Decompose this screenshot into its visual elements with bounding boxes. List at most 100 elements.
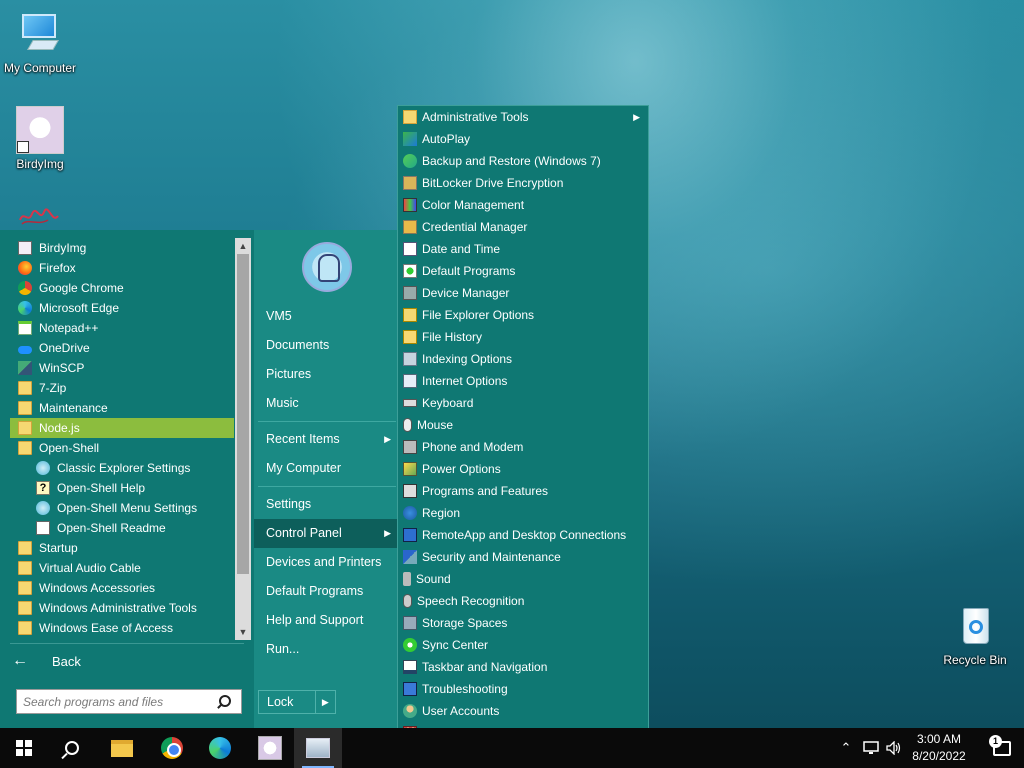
cp-item-indexing-options[interactable]: Indexing Options [398, 348, 648, 370]
cp-item-keyboard[interactable]: Keyboard [398, 392, 648, 414]
cp-item-label: Sound [416, 572, 451, 586]
cp-item-sound[interactable]: Sound [398, 568, 648, 590]
show-hidden-icons-button[interactable]: ⌃ [836, 728, 856, 768]
taskbar-file-explorer[interactable] [98, 728, 146, 768]
scroll-down-arrow-icon[interactable]: ▼ [235, 624, 251, 640]
cp-item-remoteapp-and-desktop-connections[interactable]: RemoteApp and Desktop Connections [398, 524, 648, 546]
search-icon[interactable] [213, 691, 235, 713]
cp-item-file-explorer-options[interactable]: File Explorer Options [398, 304, 648, 326]
cp-item-label: AutoPlay [422, 132, 471, 146]
program-item-open-shell-help[interactable]: ? Open-Shell Help [10, 478, 234, 498]
taskbar-control-panel[interactable] [294, 728, 342, 768]
indexing-icon [403, 352, 417, 366]
menu-item-devices-and-printers[interactable]: Devices and Printers [254, 548, 397, 577]
cp-item-taskbar-and-navigation[interactable]: Taskbar and Navigation [398, 656, 648, 678]
cp-item-device-manager[interactable]: Device Manager [398, 282, 648, 304]
menu-item-my-computer[interactable]: My Computer [254, 454, 397, 483]
menu-item-settings[interactable]: Settings [254, 490, 397, 519]
program-folder-windows-ease-of-access[interactable]: Windows Ease of Access [10, 618, 234, 638]
cp-item-label: Power Options [422, 462, 501, 476]
cp-item-phone-and-modem[interactable]: Phone and Modem [398, 436, 648, 458]
program-folder-virtual-audio-cable[interactable]: Virtual Audio Cable [10, 558, 234, 578]
search-input[interactable] [17, 690, 213, 713]
start-menu-places-pane: VM5 Documents Pictures Music Recent Item… [254, 230, 397, 728]
program-item-google-chrome[interactable]: Google Chrome [10, 278, 234, 298]
menu-item-documents[interactable]: Documents [254, 331, 397, 360]
computer-icon [16, 10, 64, 58]
menu-item-control-panel[interactable]: Control Panel ▶ [254, 519, 397, 548]
shutdown-options-arrow-icon[interactable]: ▶ [316, 691, 335, 713]
taskbar-chrome[interactable] [148, 728, 196, 768]
taskbar-clock[interactable]: 3:00 AM 8/20/2022 [900, 731, 978, 765]
program-item-microsoft-edge[interactable]: Microsoft Edge [10, 298, 234, 318]
menu-item-default-programs[interactable]: Default Programs [254, 577, 397, 606]
menu-item-label: Devices and Printers [266, 555, 382, 569]
program-item-onedrive[interactable]: OneDrive [10, 338, 234, 358]
folder-icon [18, 401, 32, 415]
taskbar-edge[interactable] [196, 728, 244, 768]
cp-item-power-options[interactable]: Power Options [398, 458, 648, 480]
program-folder-nodejs[interactable]: Node.js [10, 418, 234, 438]
cp-item-troubleshooting[interactable]: Troubleshooting [398, 678, 648, 700]
desktop-icon-my-computer[interactable]: My Computer [0, 10, 80, 75]
menu-item-recent-items[interactable]: Recent Items ▶ [254, 425, 397, 454]
cp-item-internet-options[interactable]: Internet Options [398, 370, 648, 392]
program-folder-open-shell[interactable]: Open-Shell [10, 438, 234, 458]
back-button[interactable]: ← Back [12, 650, 81, 672]
desktop-icon-birdyimg[interactable]: BirdyImg [0, 106, 80, 171]
cp-item-administrative-tools[interactable]: Administrative Tools ▶ [398, 106, 648, 128]
cp-item-label: Taskbar and Navigation [422, 660, 548, 674]
menu-item-pictures[interactable]: Pictures [254, 360, 397, 389]
menu-item-run[interactable]: Run... [254, 635, 397, 664]
cp-item-file-history[interactable]: File History [398, 326, 648, 348]
program-item-firefox[interactable]: Firefox [10, 258, 234, 278]
program-list-scrollbar[interactable]: ▲ ▼ [235, 238, 251, 640]
cp-item-default-programs[interactable]: Default Programs [398, 260, 648, 282]
cp-item-credential-manager[interactable]: Credential Manager [398, 216, 648, 238]
keyboard-icon [403, 399, 417, 407]
program-folder-startup[interactable]: Startup [10, 538, 234, 558]
cp-item-autoplay[interactable]: AutoPlay [398, 128, 648, 150]
program-folder-maintenance[interactable]: Maintenance [10, 398, 234, 418]
start-button[interactable] [0, 728, 48, 768]
edge-icon [18, 301, 32, 315]
cp-item-speech-recognition[interactable]: Speech Recognition [398, 590, 648, 612]
desktop-icon-recycle-bin[interactable]: Recycle Bin [935, 602, 1015, 667]
menu-item-user[interactable]: VM5 [254, 302, 397, 331]
program-folder-windows-administrative-tools[interactable]: Windows Administrative Tools [10, 598, 234, 618]
program-folder-7zip[interactable]: 7-Zip [10, 378, 234, 398]
program-item-classic-explorer-settings[interactable]: Classic Explorer Settings [10, 458, 234, 478]
user-avatar[interactable] [302, 242, 352, 292]
taskbar-birdyimg[interactable] [246, 728, 294, 768]
notification-count-badge: 1 [989, 735, 1002, 748]
program-folder-windows-accessories[interactable]: Windows Accessories [10, 578, 234, 598]
cp-item-security-and-maintenance[interactable]: Security and Maintenance [398, 546, 648, 568]
program-label: Windows Administrative Tools [39, 601, 197, 615]
program-label: BirdyImg [39, 241, 87, 255]
cp-item-date-and-time[interactable]: Date and Time [398, 238, 648, 260]
program-item-birdyimg[interactable]: BirdyImg [10, 238, 234, 258]
cp-item-color-management[interactable]: Color Management [398, 194, 648, 216]
cp-item-programs-and-features[interactable]: Programs and Features [398, 480, 648, 502]
menu-item-music[interactable]: Music [254, 389, 397, 418]
cp-item-mouse[interactable]: Mouse [398, 414, 648, 436]
cp-item-user-accounts[interactable]: User Accounts [398, 700, 648, 722]
taskbar-search-button[interactable] [48, 728, 96, 768]
cp-item-storage-spaces[interactable]: Storage Spaces [398, 612, 648, 634]
scrollbar-thumb[interactable] [237, 254, 249, 574]
cp-item-sync-center[interactable]: Sync Center [398, 634, 648, 656]
program-item-open-shell-menu-settings[interactable]: Open-Shell Menu Settings [10, 498, 234, 518]
network-tray-button[interactable] [860, 728, 882, 768]
action-center-button[interactable]: 1 [980, 728, 1024, 768]
cp-item-region[interactable]: Region [398, 502, 648, 524]
lock-button[interactable]: Lock [259, 691, 316, 713]
program-item-open-shell-readme[interactable]: Open-Shell Readme [10, 518, 234, 538]
menu-item-help-and-support[interactable]: Help and Support [254, 606, 397, 635]
program-item-notepad-plus-plus[interactable]: Notepad++ [10, 318, 234, 338]
cp-item-bitlocker-drive-encryption[interactable]: BitLocker Drive Encryption [398, 172, 648, 194]
menu-item-label: Settings [266, 497, 312, 511]
scroll-up-arrow-icon[interactable]: ▲ [235, 238, 251, 254]
program-item-winscp[interactable]: WinSCP [10, 358, 234, 378]
program-list: BirdyImg Firefox Google Chrome Microsoft… [10, 238, 234, 640]
cp-item-backup-and-restore-windows-7[interactable]: Backup and Restore (Windows 7) [398, 150, 648, 172]
